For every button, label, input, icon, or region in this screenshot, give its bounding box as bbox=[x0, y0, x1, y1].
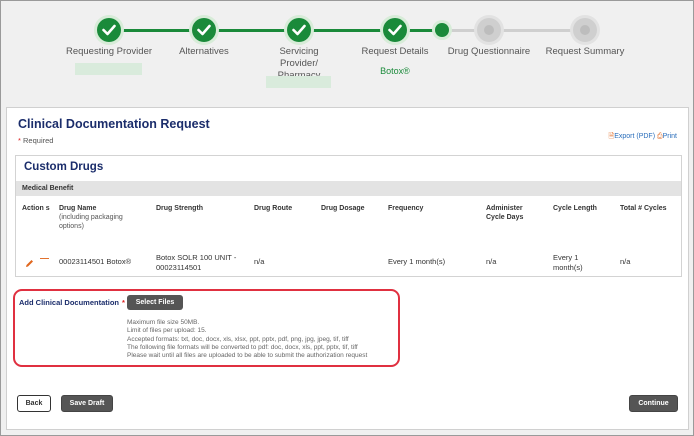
cell-strength: Botox SOLR 100 UNIT - 00023114501 bbox=[156, 253, 237, 272]
col-header-drug-name-note: (including packaging options) bbox=[59, 214, 123, 230]
pending-step-icon bbox=[573, 18, 597, 42]
col-header-actions: Action s bbox=[22, 205, 50, 212]
step-label: Request Summary bbox=[545, 46, 625, 57]
check-icon bbox=[97, 18, 121, 42]
step-label: Requesting Provider bbox=[65, 46, 153, 57]
upload-info-line: Limit of files per upload: 15. bbox=[127, 327, 207, 335]
current-step-dot bbox=[435, 23, 449, 37]
medical-benefit-bar: Medical Benefit bbox=[16, 181, 681, 196]
col-header-dosage: Drug Dosage bbox=[321, 205, 365, 212]
cell-administer: n/a bbox=[486, 257, 497, 266]
step-label: Drug Questionnaire bbox=[447, 46, 531, 57]
required-asterisk: * bbox=[18, 136, 21, 145]
step-label: Alternatives bbox=[179, 46, 229, 57]
check-icon bbox=[287, 18, 311, 42]
col-header-total-cycles: Total # Cycles bbox=[620, 205, 667, 212]
check-icon bbox=[383, 18, 407, 42]
col-header-route: Drug Route bbox=[254, 205, 293, 212]
col-header-frequency: Frequency bbox=[388, 205, 424, 212]
more-options-icon[interactable]: — bbox=[40, 253, 49, 263]
check-icon bbox=[192, 18, 216, 42]
export-print-links: 🗎Export (PDF) ⎙Print bbox=[609, 132, 677, 143]
page-title: Clinical Documentation Request bbox=[18, 117, 210, 131]
upload-info-line: Accepted formats: txt, doc, docx, xls, x… bbox=[127, 335, 349, 343]
col-header-strength: Drug Strength bbox=[156, 205, 204, 212]
required-note: * Required bbox=[18, 136, 53, 145]
stepper-line-complete bbox=[109, 29, 395, 32]
cell-route: n/a bbox=[254, 257, 265, 266]
pencil-icon[interactable] bbox=[25, 255, 34, 273]
custom-drugs-title: Custom Drugs bbox=[24, 161, 104, 173]
upload-info-line: The following file formats will be conve… bbox=[127, 343, 358, 351]
stepper-line-pending bbox=[442, 29, 587, 32]
progress-stepper: Requesting Provider Alternatives Servici… bbox=[1, 1, 693, 101]
col-header-administer: Administer Cycle Days bbox=[486, 205, 524, 221]
col-header-cycle-length: Cycle Length bbox=[553, 205, 597, 212]
cell-frequency: Every 1 month(s) bbox=[388, 257, 446, 266]
export-pdf-link[interactable]: Export (PDF) bbox=[614, 133, 655, 140]
continue-button[interactable]: Continue bbox=[629, 395, 678, 412]
upload-info-line: Maximum file size 50MB. bbox=[127, 319, 200, 326]
clinical-documentation-panel: Clinical Documentation Request * Require… bbox=[6, 107, 689, 430]
cell-cycle-length: Every 1 month(s) bbox=[553, 253, 583, 272]
select-files-button[interactable]: Select Files bbox=[127, 295, 183, 310]
cell-total-cycles: n/a bbox=[620, 257, 631, 266]
back-button[interactable]: Back bbox=[17, 395, 51, 412]
pending-step-icon bbox=[477, 18, 501, 42]
clinical-documentation-upload: Add Clinical Documentation * Select Files… bbox=[13, 289, 400, 367]
print-link[interactable]: Print bbox=[663, 133, 677, 140]
upload-label-text: Add Clinical Documentation bbox=[19, 298, 120, 307]
upload-requirements: Maximum file size 50MB. Limit of files p… bbox=[127, 319, 399, 360]
col-header-drug-name-text: Drug Name bbox=[59, 205, 97, 212]
custom-drugs-card: Custom Drugs Medical Benefit Action s Dr… bbox=[15, 155, 682, 277]
app-frame: Requesting Provider Alternatives Servici… bbox=[0, 0, 694, 436]
upload-info-line: Please wait until all files are uploaded… bbox=[127, 352, 368, 360]
redacted-placeholder bbox=[75, 63, 142, 75]
save-draft-button[interactable]: Save Draft bbox=[61, 395, 113, 412]
required-text: Required bbox=[23, 136, 54, 145]
redacted-placeholder bbox=[266, 76, 331, 88]
cell-drug-name: 00023114501 Botox® bbox=[59, 257, 132, 266]
col-header-drug-name: Drug Name (including packaging options) bbox=[59, 204, 139, 231]
step-sub-drug: Botox® bbox=[380, 66, 410, 76]
upload-label: Add Clinical Documentation * bbox=[19, 298, 125, 307]
required-asterisk: * bbox=[122, 298, 125, 307]
